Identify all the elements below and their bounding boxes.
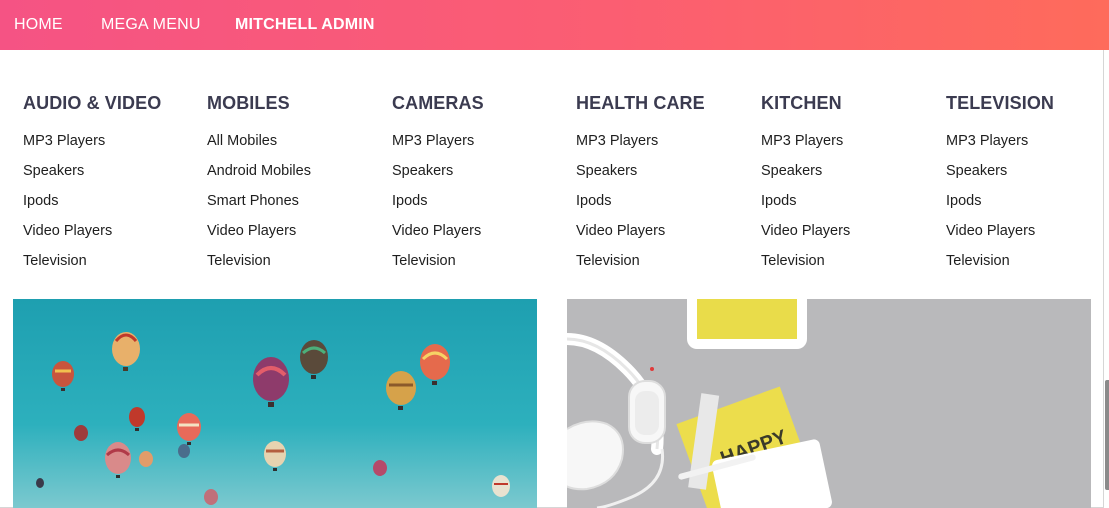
- nav-mega-menu-link[interactable]: MEGA MENU: [101, 15, 201, 35]
- menu-link[interactable]: Android Mobiles: [207, 161, 387, 191]
- column-title: HEALTH CARE: [576, 93, 705, 113]
- scrollbar-edge: [1105, 380, 1109, 490]
- mega-menu-panel: AUDIO & VIDEO MP3 Players Speakers Ipods…: [0, 50, 1104, 508]
- menu-link[interactable]: Television: [576, 251, 756, 281]
- column-title: TELEVISION: [946, 93, 1055, 113]
- headphones-illustration: HAPPY: [567, 299, 1091, 508]
- menu-column-audio-video: AUDIO & VIDEO MP3 Players Speakers Ipods…: [23, 92, 203, 281]
- page-edge: [1104, 50, 1109, 508]
- balloons-illustration: [13, 299, 537, 508]
- column-title: AUDIO & VIDEO: [23, 93, 162, 113]
- column-title: CAMERAS: [392, 93, 484, 113]
- menu-link[interactable]: Television: [761, 251, 941, 281]
- menu-link[interactable]: Speakers: [946, 161, 1109, 191]
- menu-column-cameras: CAMERAS MP3 Players Speakers Ipods Video…: [392, 92, 572, 281]
- menu-link[interactable]: Ipods: [392, 191, 572, 221]
- nav-user-menu[interactable]: MITCHELL ADMIN: [235, 15, 375, 35]
- nav-home-link[interactable]: HOME: [14, 15, 63, 35]
- menu-link[interactable]: Speakers: [761, 161, 941, 191]
- menu-column-kitchen: KITCHEN MP3 Players Speakers Ipods Video…: [761, 92, 941, 281]
- menu-link[interactable]: MP3 Players: [761, 131, 941, 161]
- menu-column-mobiles: MOBILES All Mobiles Android Mobiles Smar…: [207, 92, 387, 281]
- menu-column-health-care: HEALTH CARE MP3 Players Speakers Ipods V…: [576, 92, 756, 281]
- menu-link[interactable]: Ipods: [23, 191, 203, 221]
- menu-link[interactable]: MP3 Players: [946, 131, 1109, 161]
- menu-link[interactable]: Video Players: [392, 221, 572, 251]
- menu-link[interactable]: Speakers: [576, 161, 756, 191]
- menu-link[interactable]: Television: [392, 251, 572, 281]
- menu-link[interactable]: Video Players: [576, 221, 756, 251]
- menu-link[interactable]: Ipods: [576, 191, 756, 221]
- menu-link[interactable]: Speakers: [392, 161, 572, 191]
- menu-link[interactable]: Television: [23, 251, 203, 281]
- balloons-image[interactable]: [13, 299, 537, 508]
- column-title: KITCHEN: [761, 93, 842, 113]
- top-navbar: HOME MEGA MENU MITCHELL ADMIN: [0, 0, 1109, 50]
- menu-link[interactable]: Ipods: [946, 191, 1109, 221]
- menu-link[interactable]: Television: [207, 251, 387, 281]
- menu-link[interactable]: MP3 Players: [23, 131, 203, 161]
- menu-link[interactable]: Ipods: [761, 191, 941, 221]
- menu-link[interactable]: Video Players: [761, 221, 941, 251]
- menu-link[interactable]: Video Players: [23, 221, 203, 251]
- menu-link[interactable]: Video Players: [946, 221, 1109, 251]
- menu-link[interactable]: Speakers: [23, 161, 203, 191]
- menu-link[interactable]: Television: [946, 251, 1109, 281]
- menu-link[interactable]: MP3 Players: [576, 131, 756, 161]
- menu-link[interactable]: MP3 Players: [392, 131, 572, 161]
- menu-link[interactable]: Video Players: [207, 221, 387, 251]
- headphones-image[interactable]: HAPPY: [567, 299, 1091, 508]
- column-title: MOBILES: [207, 93, 290, 113]
- menu-link[interactable]: Smart Phones: [207, 191, 387, 221]
- menu-link[interactable]: All Mobiles: [207, 131, 387, 161]
- menu-column-television: TELEVISION MP3 Players Speakers Ipods Vi…: [946, 92, 1109, 281]
